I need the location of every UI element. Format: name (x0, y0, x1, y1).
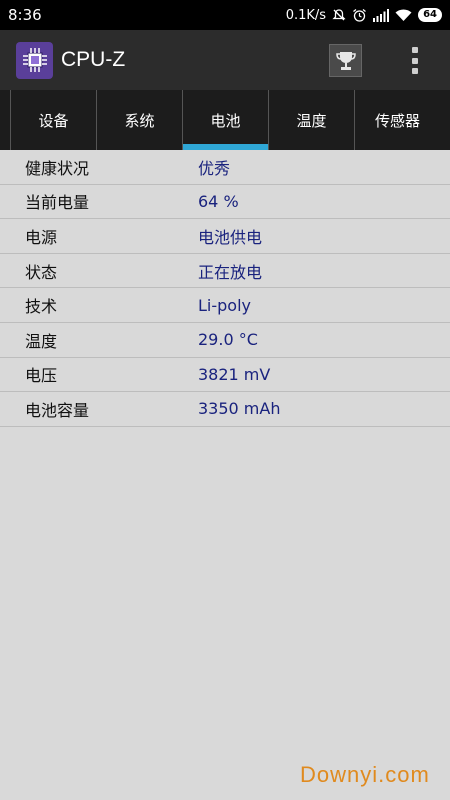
item-value: 64 % (198, 191, 239, 211)
status-time: 8:36 (8, 6, 42, 24)
status-icons: 0.1K/s 64 (286, 8, 442, 23)
item-label: 健康状况 (25, 158, 90, 178)
tab-label: 温度 (296, 111, 327, 130)
mute-icon (332, 9, 346, 21)
alarm-icon (353, 8, 366, 22)
cpu-chip-icon (16, 41, 53, 79)
item-value: 正在放电 (198, 262, 263, 282)
list-item: 当前电量 64 % (0, 185, 450, 220)
status-bar: 8:36 0.1K/s 64 (0, 0, 450, 30)
item-label: 技术 (25, 297, 58, 317)
item-value: 优秀 (198, 158, 231, 178)
overflow-menu-button[interactable] (402, 44, 428, 77)
watermark: Downyi.com (300, 762, 430, 787)
item-value: 3350 mAh (198, 399, 281, 419)
item-value: 电池供电 (198, 227, 263, 247)
tab-temperature[interactable]: 温度 (268, 90, 354, 150)
signal-icon (373, 8, 390, 22)
tab-label: 系统 (124, 111, 155, 130)
list-item: 技术 Li-poly (0, 288, 450, 323)
trophy-button[interactable] (329, 44, 362, 77)
item-label: 电池容量 (25, 400, 90, 420)
list-item: 健康状况 优秀 (0, 150, 450, 185)
item-value: 29.0 °C (198, 330, 258, 350)
tab-label: 设备 (38, 111, 69, 130)
list-item: 电池容量 3350 mAh (0, 392, 450, 427)
item-value: Li-poly (198, 295, 251, 315)
item-label: 当前电量 (25, 193, 90, 213)
app-bar: CPU-Z (0, 30, 450, 90)
battery-badge: 64 (418, 8, 442, 22)
list-item: 电源 电池供电 (0, 219, 450, 254)
tab-battery[interactable]: 电池 (182, 90, 268, 150)
trophy-icon (335, 51, 356, 70)
list-item: 温度 29.0 °C (0, 323, 450, 358)
list-item: 电压 3821 mV (0, 358, 450, 393)
overflow-menu-icon (412, 47, 418, 53)
item-label: 电压 (25, 366, 58, 386)
tab-sensors[interactable]: 传感器 (354, 90, 440, 150)
tab-label: 电池 (210, 111, 241, 130)
wifi-icon (395, 9, 412, 21)
tab-label: 传感器 (374, 111, 420, 130)
app-title: CPU-Z (61, 48, 126, 71)
item-value: 3821 mV (198, 364, 271, 384)
tab-bar: 设备 系统 电池 温度 传感器 (0, 90, 450, 150)
list-item: 状态 正在放电 (0, 254, 450, 289)
item-label: 状态 (25, 262, 58, 282)
item-label: 温度 (25, 331, 58, 351)
network-speed: 0.1K/s (285, 7, 327, 23)
battery-info-list: 健康状况 优秀 当前电量 64 % 电源 电池供电 状态 正在放电 技术 Li-poly … (0, 150, 450, 427)
tab-device[interactable]: 设备 (10, 90, 96, 150)
item-label: 电源 (25, 227, 58, 247)
tab-system[interactable]: 系统 (96, 90, 182, 150)
